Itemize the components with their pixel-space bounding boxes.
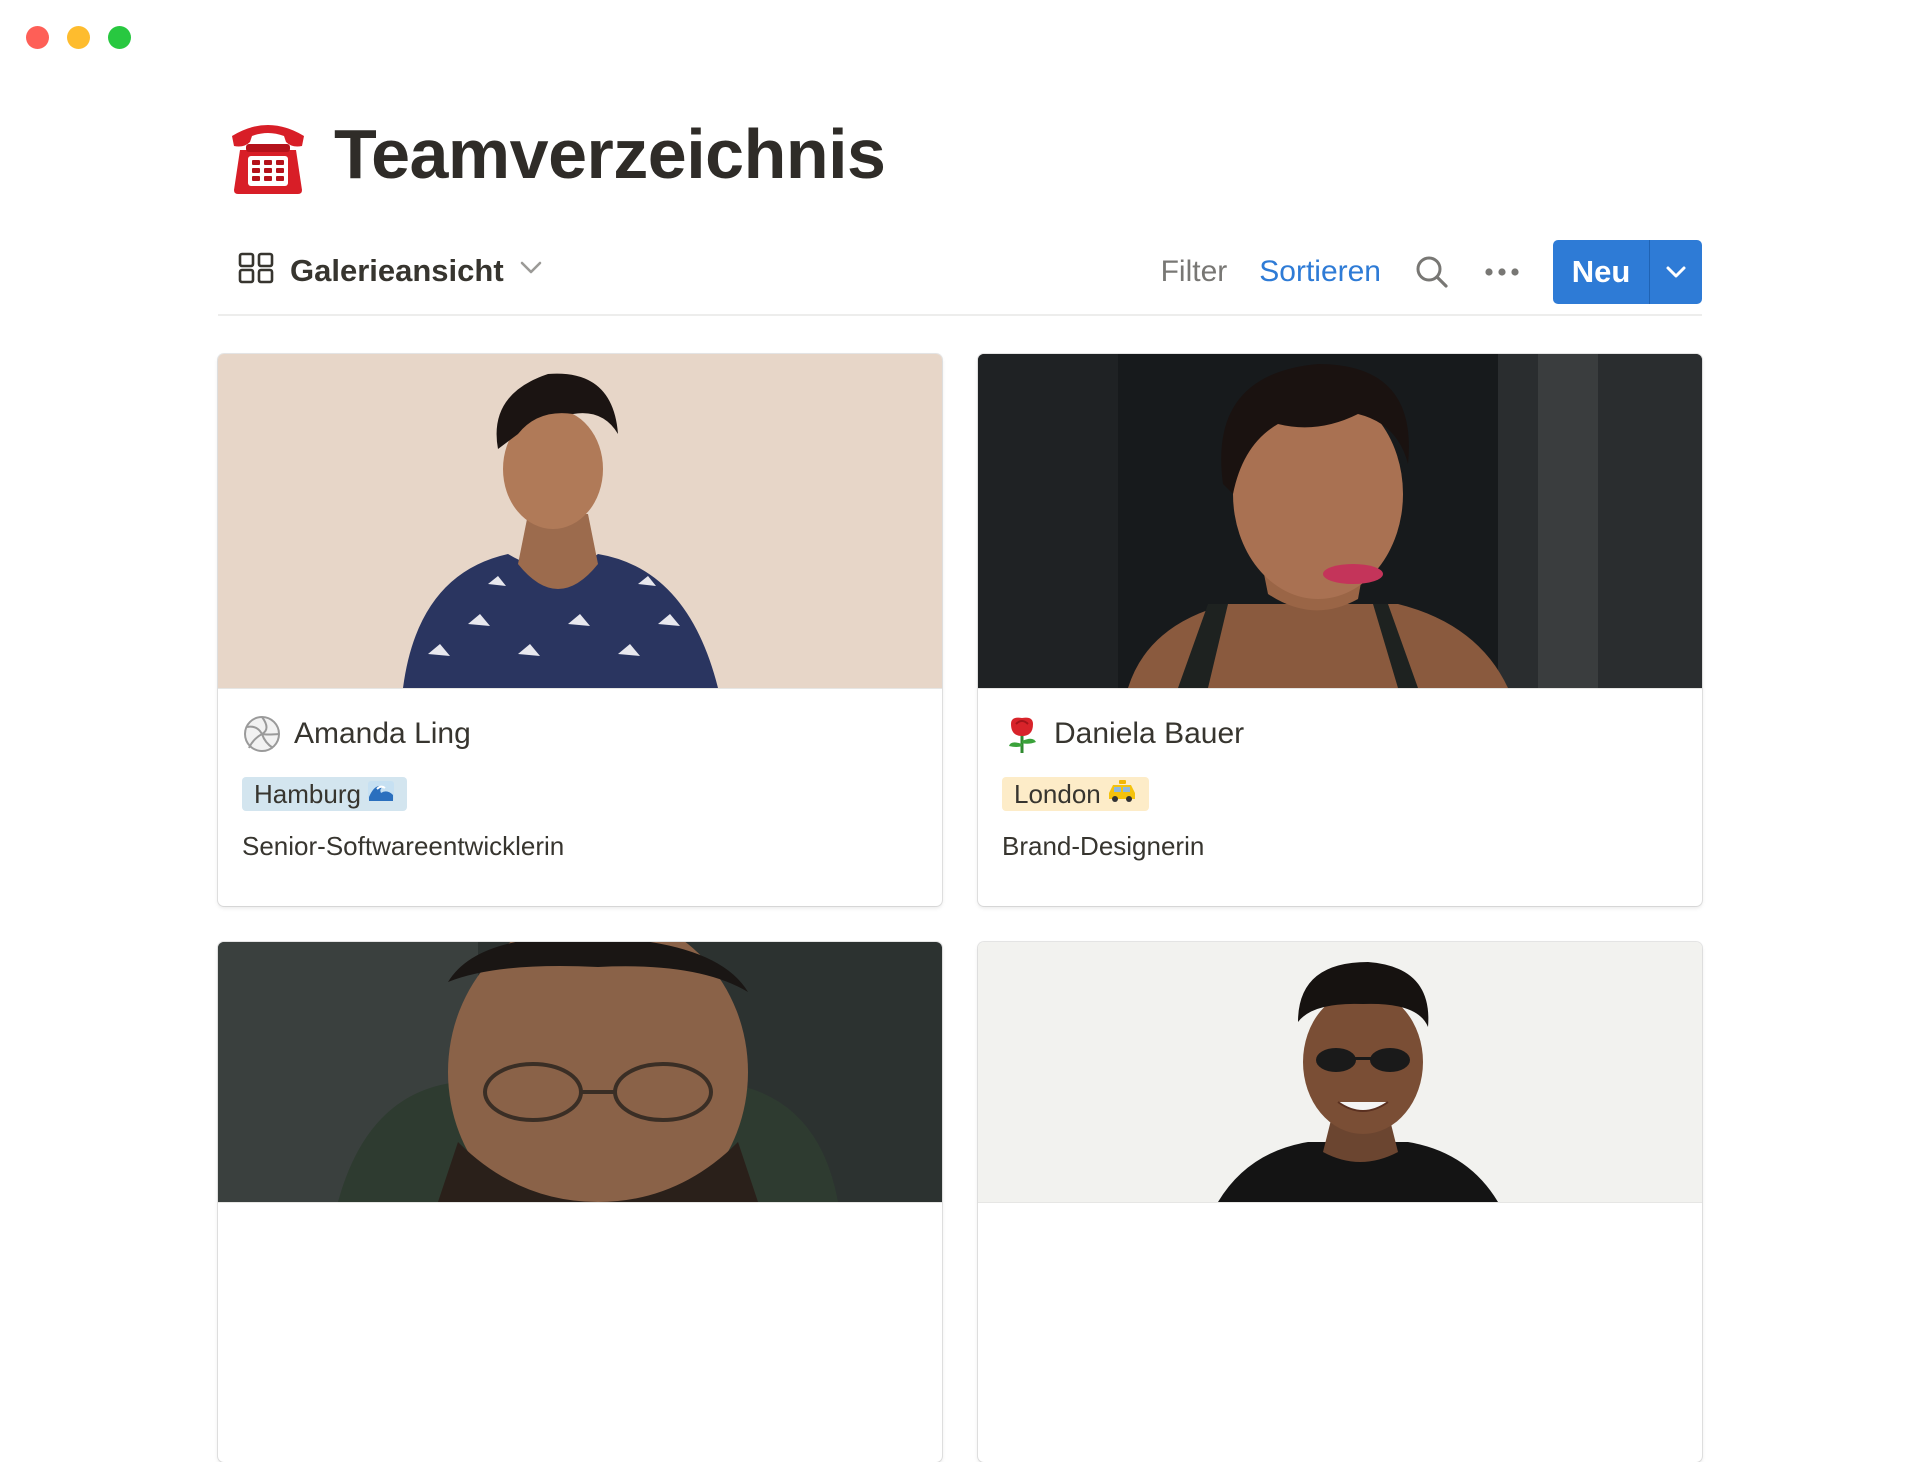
- more-options-icon[interactable]: [1485, 267, 1519, 277]
- taxi-icon: [1107, 779, 1137, 810]
- location-tag: Hamburg: [242, 777, 407, 811]
- view-selector[interactable]: Galerieansicht: [238, 252, 542, 289]
- card-body: Daniela Bauer London Brand-Designerin: [978, 689, 1702, 862]
- location-label: London: [1014, 778, 1101, 809]
- new-button-group: Neu: [1553, 240, 1702, 304]
- telephone-icon[interactable]: [226, 112, 310, 196]
- gallery: Amanda Ling Hamburg Senior-Softwareentwi…: [218, 354, 1702, 1462]
- card-body: Amanda Ling Hamburg Senior-Softwareentwi…: [218, 689, 942, 862]
- card-cover-photo: [218, 354, 942, 689]
- chevron-down-icon: [520, 261, 542, 280]
- volleyball-icon: [242, 714, 282, 754]
- card-role: Senior-Softwareentwicklerin: [242, 831, 565, 861]
- gallery-card[interactable]: [218, 942, 942, 1462]
- filter-button[interactable]: Filter: [1161, 255, 1228, 289]
- view-label: Galerieansicht: [290, 252, 504, 288]
- chevron-down-icon: [1666, 266, 1686, 278]
- rose-icon: [1002, 714, 1042, 754]
- close-window-button[interactable]: [26, 26, 49, 49]
- toolbar-actions: Filter Sortieren Neu: [1161, 240, 1702, 304]
- card-name: Amanda Ling: [294, 717, 471, 750]
- card-name: Daniela Bauer: [1054, 717, 1245, 750]
- new-button[interactable]: Neu: [1553, 240, 1649, 304]
- maximize-window-button[interactable]: [108, 26, 131, 49]
- location-tag: London: [1002, 777, 1149, 811]
- minimize-window-button[interactable]: [67, 26, 90, 49]
- window-controls: [26, 26, 131, 49]
- card-title-row: Amanda Ling: [242, 709, 918, 759]
- title-row: Teamverzeichnis: [226, 112, 886, 196]
- card-title-row: Daniela Bauer: [1002, 709, 1678, 759]
- database-toolbar: Galerieansicht Filter Sortieren Neu: [218, 240, 1702, 316]
- card-cover-photo: [978, 354, 1702, 689]
- card-role: Brand-Designerin: [1002, 831, 1205, 861]
- gallery-card[interactable]: Amanda Ling Hamburg Senior-Softwareentwi…: [218, 354, 942, 906]
- location-label: Hamburg: [254, 778, 361, 809]
- new-options-button[interactable]: [1650, 240, 1702, 304]
- sort-button[interactable]: Sortieren: [1259, 255, 1381, 289]
- gallery-card[interactable]: Daniela Bauer London Brand-Designerin: [978, 354, 1702, 906]
- card-cover-photo: [978, 942, 1702, 1203]
- gallery-card[interactable]: [978, 942, 1702, 1462]
- search-icon[interactable]: [1415, 255, 1449, 289]
- page-title[interactable]: Teamverzeichnis: [334, 119, 886, 189]
- card-cover-photo: [218, 942, 942, 1203]
- gallery-grid-icon: [238, 252, 274, 289]
- wave-icon: [367, 779, 395, 810]
